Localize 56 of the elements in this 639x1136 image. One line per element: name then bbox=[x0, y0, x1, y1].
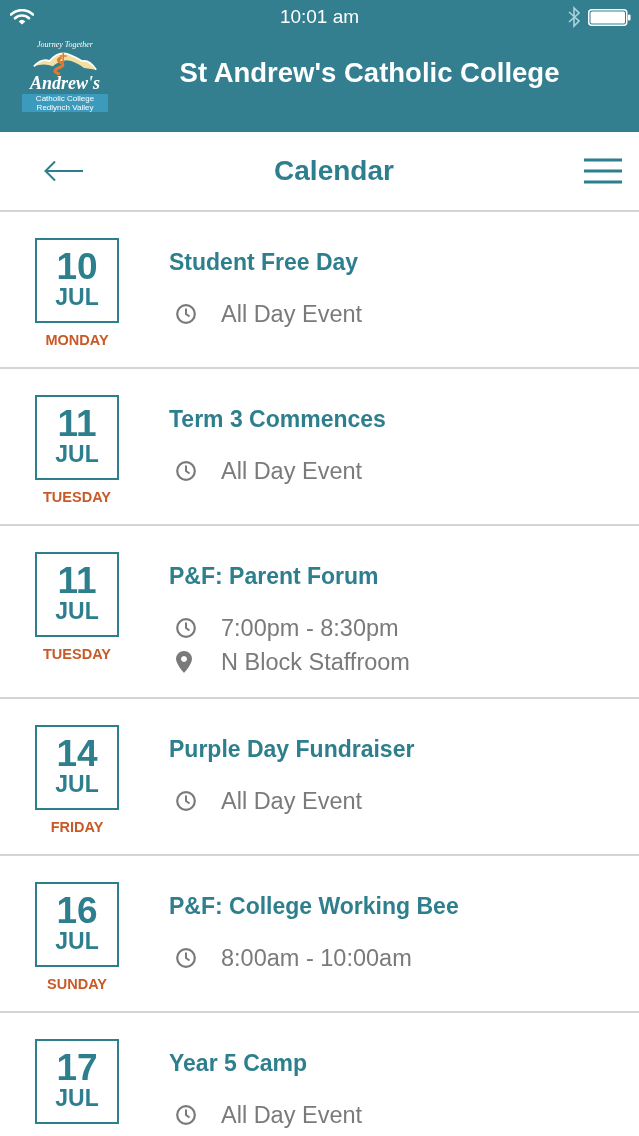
event-title: Year 5 Camp bbox=[169, 1049, 309, 1078]
event-row[interactable]: 11 JUL TUESDAY P&F: Parent Forum 7:00pm - 8:30pm N Block Staffroom bbox=[0, 526, 639, 699]
logo-subtitle: Catholic College Redlynch Valley bbox=[22, 94, 108, 112]
event-row[interactable]: 11 JUL TUESDAY Term 3 Commences All Day Event bbox=[0, 369, 639, 526]
bluetooth-icon bbox=[568, 6, 580, 28]
event-month: JUL bbox=[55, 284, 99, 310]
wifi-icon bbox=[10, 9, 34, 25]
event-month: JUL bbox=[55, 598, 99, 624]
event-day: 16 bbox=[56, 892, 98, 930]
event-month: JUL bbox=[55, 928, 99, 954]
event-weekday: FRIDAY bbox=[50, 818, 104, 836]
event-time: All Day Event bbox=[221, 457, 363, 485]
status-time: 10:01 am bbox=[279, 6, 360, 28]
event-day: 11 bbox=[57, 405, 97, 443]
event-title: Student Free Day bbox=[169, 248, 360, 277]
event-weekday: TUESDAY bbox=[43, 645, 111, 663]
event-month: JUL bbox=[55, 1085, 99, 1111]
event-day: 10 bbox=[56, 248, 98, 286]
event-title: Purple Day Fundraiser bbox=[169, 735, 415, 764]
event-weekday: SUNDAY bbox=[47, 975, 107, 993]
clock-icon bbox=[176, 948, 196, 968]
event-day: 17 bbox=[56, 1049, 98, 1087]
battery-icon bbox=[588, 8, 631, 26]
event-time: 7:00pm - 8:30pm bbox=[221, 614, 399, 642]
location-pin-icon bbox=[176, 651, 192, 673]
event-weekday: TUESDAY bbox=[43, 488, 111, 506]
logo-wordmark: Andrew's bbox=[30, 75, 100, 92]
back-arrow-icon bbox=[44, 160, 84, 182]
event-row[interactable]: 17 JUL Year 5 Camp All Day Event bbox=[0, 1013, 639, 1136]
clock-icon bbox=[176, 618, 196, 638]
event-location: N Block Staffroom bbox=[221, 648, 410, 676]
event-month: JUL bbox=[55, 441, 99, 467]
event-title: Term 3 Commences bbox=[169, 405, 386, 434]
event-time: All Day Event bbox=[221, 787, 363, 815]
event-row[interactable]: 16 JUL SUNDAY P&F: College Working Bee 8:00am - 10:00am bbox=[0, 856, 639, 1013]
clock-icon bbox=[176, 791, 196, 811]
event-title: P&F: College Working Bee bbox=[169, 892, 459, 921]
event-time: All Day Event bbox=[221, 300, 363, 328]
logo-tagline: Journey Together bbox=[37, 40, 93, 49]
event-day: 11 bbox=[57, 562, 97, 600]
event-time: 8:00am - 10:00am bbox=[221, 944, 412, 972]
clock-icon bbox=[176, 461, 196, 481]
menu-button[interactable] bbox=[584, 158, 622, 184]
page-title: Calendar bbox=[274, 155, 394, 187]
back-button[interactable] bbox=[44, 160, 84, 182]
event-row[interactable]: 10 JUL MONDAY Student Free Day All Day Event bbox=[0, 212, 639, 369]
event-month: JUL bbox=[55, 771, 99, 797]
clock-icon bbox=[176, 304, 196, 324]
event-day: 14 bbox=[56, 735, 98, 773]
event-weekday: MONDAY bbox=[45, 331, 109, 349]
event-title: P&F: Parent Forum bbox=[169, 562, 380, 591]
menu-icon bbox=[584, 158, 622, 184]
event-row[interactable]: 14 JUL FRIDAY Purple Day Fundraiser All Day Event bbox=[0, 699, 639, 856]
clock-icon bbox=[176, 1105, 196, 1125]
app-title: St Andrew's Catholic College bbox=[178, 57, 561, 89]
event-time: All Day Event bbox=[221, 1101, 363, 1129]
